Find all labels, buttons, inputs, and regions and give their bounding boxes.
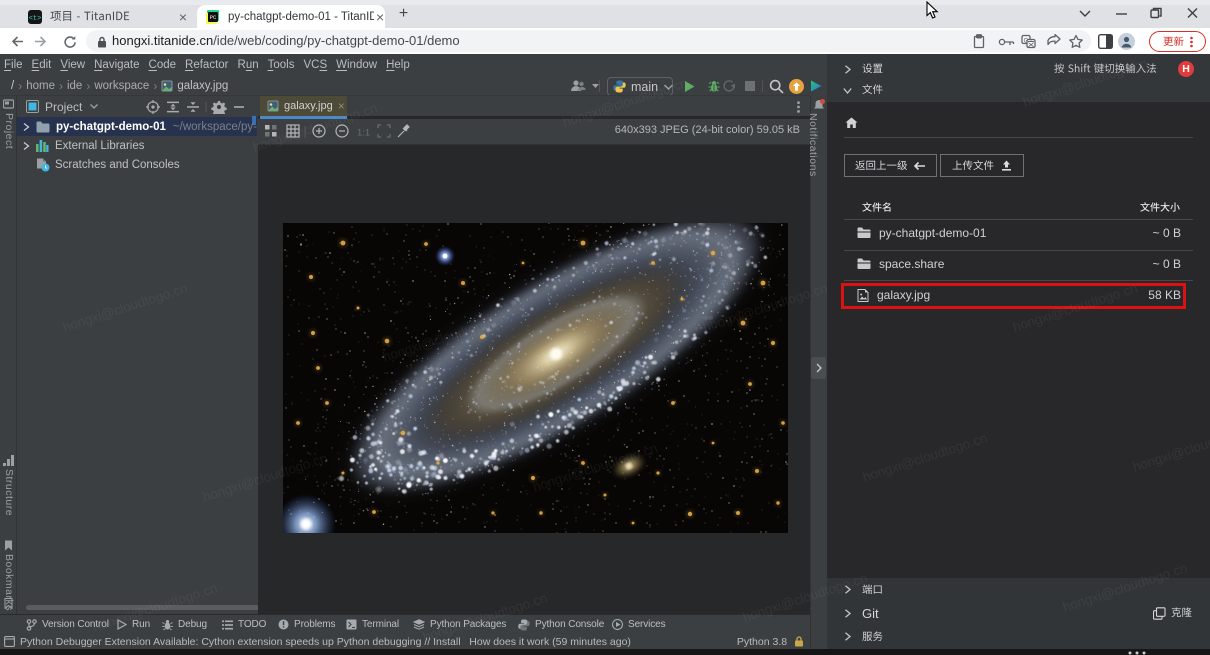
svg-text:PC: PC [210,14,217,21]
svg-text:1:1: 1:1 [357,128,370,139]
svg-text:<t>: <t> [29,15,42,23]
